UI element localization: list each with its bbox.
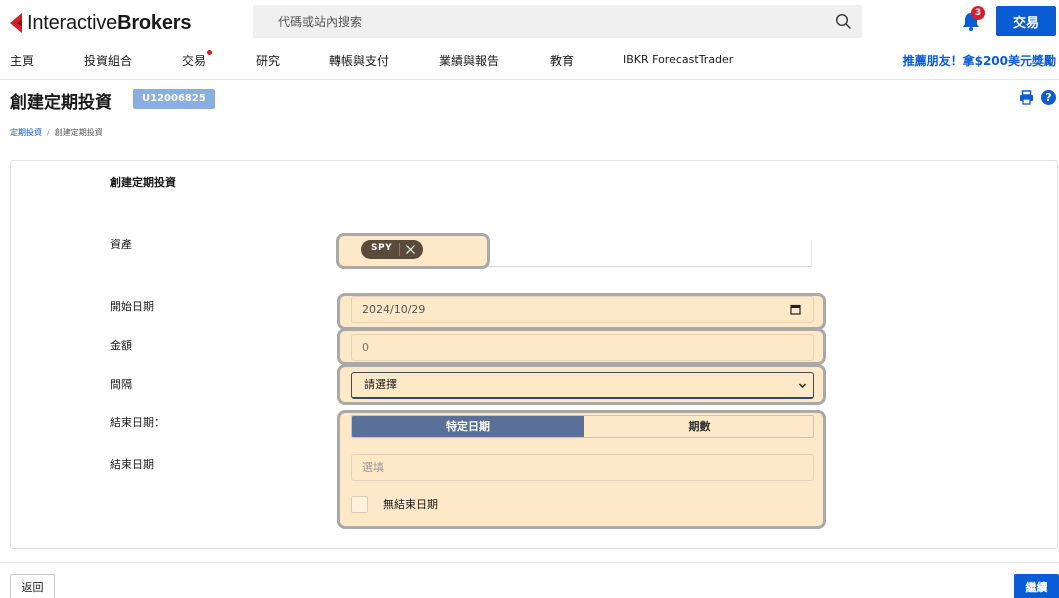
- no-end-date-checkbox[interactable]: [351, 496, 368, 513]
- referral-promo-link[interactable]: 推薦朋友！拿$200美元獎勵: [903, 52, 1056, 69]
- search-icon[interactable]: [835, 13, 852, 30]
- help-icon[interactable]: ?: [1041, 90, 1056, 105]
- nav-item-portfolio[interactable]: 投資組合: [84, 52, 132, 69]
- page-title: 創建定期投資: [10, 93, 112, 113]
- trade-button[interactable]: 交易: [996, 6, 1056, 36]
- top-bar: InteractiveBrokers 3 交易: [0, 0, 1059, 44]
- nav-item-forecasttrader[interactable]: IBKR ForecastTrader: [623, 53, 733, 66]
- end-date-input[interactable]: 選填: [351, 454, 814, 481]
- form-card-title: 創建定期投資: [110, 176, 176, 189]
- nav-item-trade[interactable]: 交易: [182, 52, 206, 69]
- nav-trade-dot: [207, 50, 212, 55]
- end-type-label: 結束日期：: [110, 416, 165, 429]
- breadcrumb-parent-link[interactable]: 定期投資: [10, 128, 42, 137]
- start-date-value: 2024/10/29: [362, 303, 426, 316]
- asset-chip-divider: [399, 243, 400, 256]
- asset-label: 資產: [110, 238, 132, 251]
- footer-divider: [0, 562, 1059, 563]
- search-box: [253, 5, 862, 38]
- breadcrumb: 定期投資 / 創建定期投資: [10, 127, 103, 138]
- end-type-segmented-control: 特定日期 期數: [351, 415, 814, 438]
- calendar-icon[interactable]: [790, 304, 801, 315]
- amount-value: 0: [362, 341, 369, 354]
- continue-button[interactable]: 繼續: [1014, 574, 1059, 598]
- ibkr-logo-icon: [10, 13, 24, 33]
- logo-text: InteractiveBrokers: [27, 11, 192, 34]
- main-nav: 主頁 投資組合 交易 研究 轉帳與支付 業績與報告 教育 IBKR Foreca…: [0, 44, 1059, 80]
- tab-number-of-periods[interactable]: 期數: [584, 416, 813, 437]
- start-date-label: 開始日期: [110, 300, 154, 313]
- print-icon[interactable]: [1019, 90, 1034, 105]
- nav-item-reports[interactable]: 業績與報告: [439, 52, 499, 69]
- interval-selected-value: 請選擇: [364, 378, 397, 391]
- end-date-label: 結束日期: [110, 458, 154, 471]
- nav-item-home[interactable]: 主頁: [10, 52, 34, 69]
- asset-chip-label: SPY: [371, 243, 393, 253]
- end-date-placeholder: 選填: [362, 461, 384, 474]
- nav-item-research[interactable]: 研究: [256, 52, 280, 69]
- nav-item-transfer[interactable]: 轉帳與支付: [329, 52, 389, 69]
- amount-input[interactable]: 0: [351, 334, 814, 361]
- close-icon[interactable]: [404, 243, 417, 256]
- tab-specific-date[interactable]: 特定日期: [352, 416, 584, 437]
- breadcrumb-separator: /: [47, 128, 50, 137]
- search-input[interactable]: [253, 5, 823, 38]
- asset-input-edge: [811, 240, 812, 267]
- nav-item-education[interactable]: 教育: [550, 52, 574, 69]
- back-button[interactable]: 返回: [10, 574, 55, 598]
- notification-count-badge: 3: [971, 6, 985, 20]
- asset-input-underline: [487, 266, 812, 267]
- ibkr-logo[interactable]: InteractiveBrokers: [10, 11, 191, 35]
- amount-label: 金額: [110, 339, 132, 352]
- account-id-badge: U12006825: [133, 89, 215, 109]
- interval-select[interactable]: 請選擇: [351, 372, 814, 399]
- no-end-date-label[interactable]: 無結束日期: [383, 496, 438, 512]
- asset-chip-spy[interactable]: SPY: [361, 240, 423, 259]
- interval-label: 間隔: [110, 378, 132, 391]
- start-date-input[interactable]: 2024/10/29: [351, 296, 814, 323]
- chevron-down-icon: [798, 383, 807, 389]
- breadcrumb-current: 創建定期投資: [54, 128, 103, 137]
